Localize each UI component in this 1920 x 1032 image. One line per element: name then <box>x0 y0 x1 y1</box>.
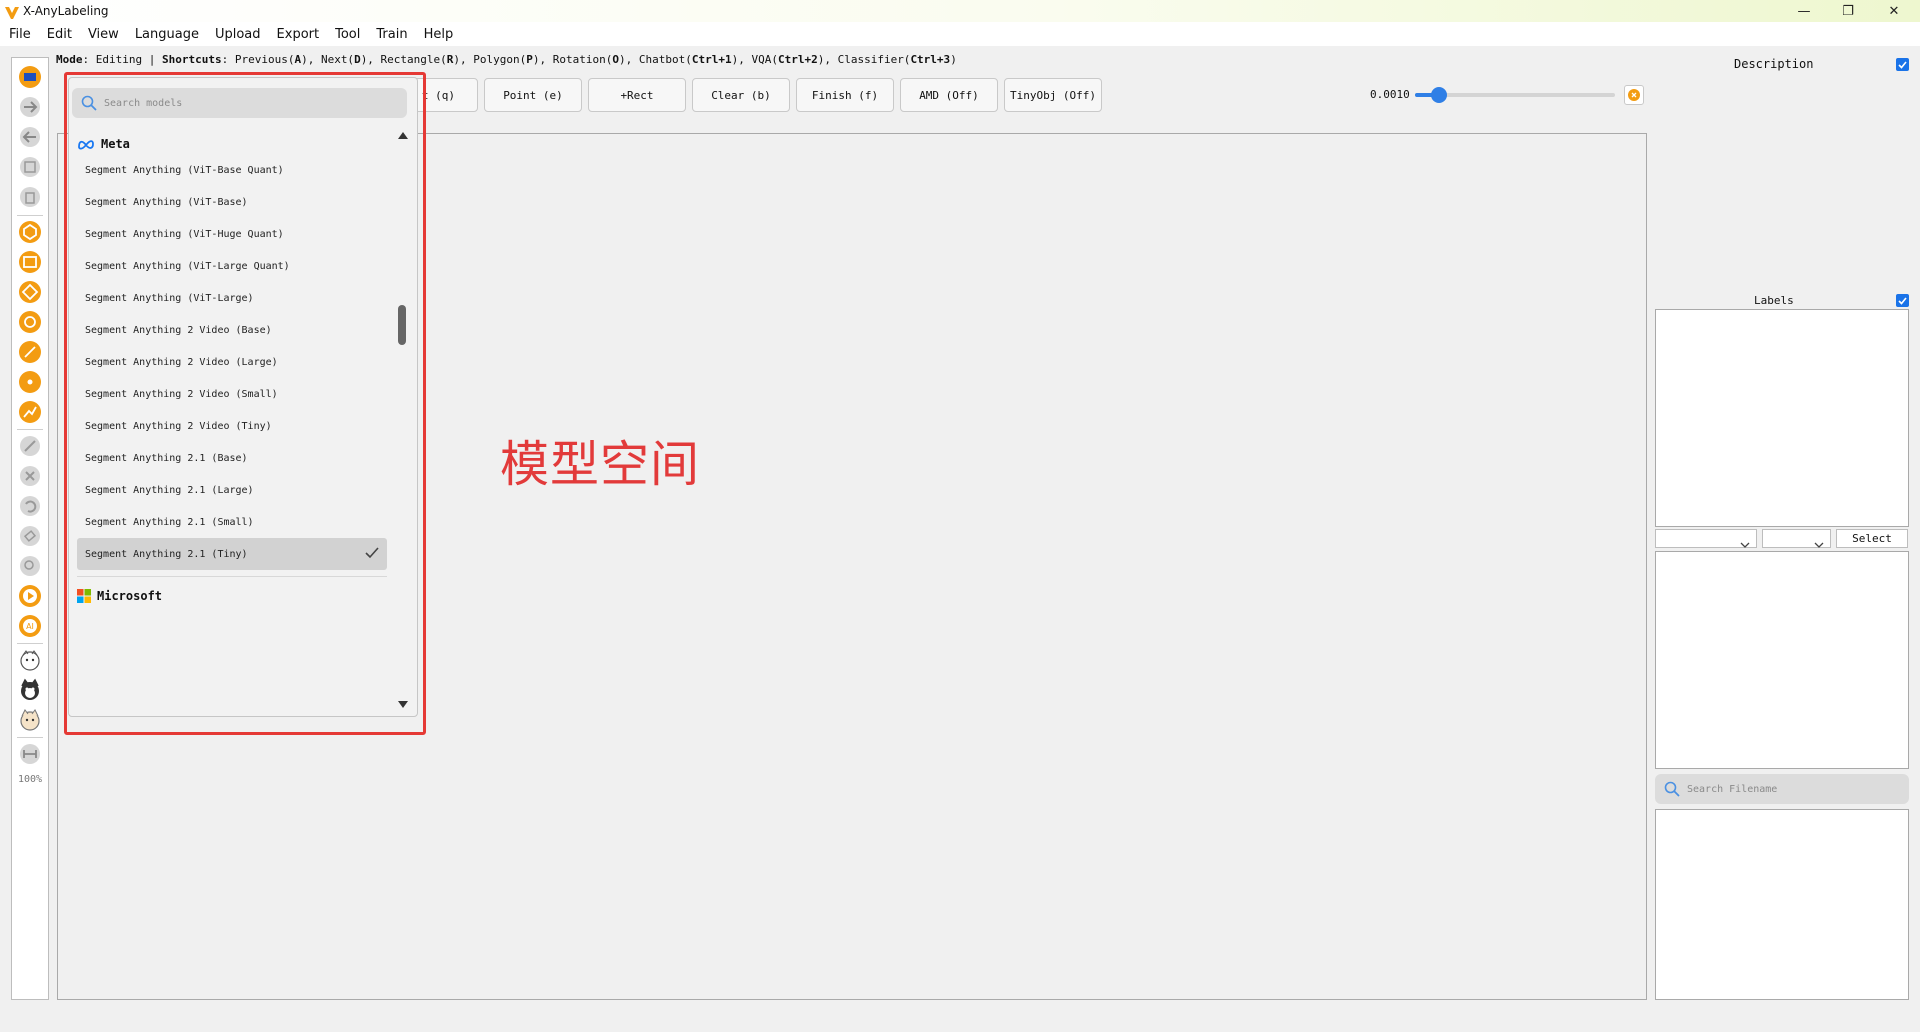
delete-file-icon[interactable] <box>17 184 43 210</box>
group-filter-select[interactable] <box>1762 529 1831 548</box>
clear-button[interactable]: Clear (b) <box>692 78 790 112</box>
menu-edit[interactable]: Edit <box>47 27 72 42</box>
menu-export[interactable]: Export <box>277 27 320 42</box>
slider-handle[interactable] <box>1431 87 1447 103</box>
finish-button[interactable]: Finish (f) <box>796 78 894 112</box>
threshold-value: 0.0010 <box>1370 88 1410 101</box>
title-bar: X-AnyLabeling — ❐ ✕ <box>0 0 1920 22</box>
next-image-icon[interactable] <box>17 94 43 120</box>
file-search-box <box>1655 774 1909 804</box>
rectangle-icon[interactable] <box>17 249 43 275</box>
reset-icon[interactable] <box>1624 85 1644 105</box>
maximize-button[interactable]: ❐ <box>1826 0 1870 22</box>
menu-upload[interactable]: Upload <box>215 27 261 42</box>
point-icon[interactable] <box>17 369 43 395</box>
menu-help[interactable]: Help <box>424 27 454 42</box>
save-icon[interactable] <box>17 154 43 180</box>
close-button[interactable]: ✕ <box>1872 0 1916 22</box>
fit-width-icon[interactable] <box>17 741 43 767</box>
classifier-icon[interactable] <box>17 707 43 733</box>
video-play-icon[interactable] <box>17 583 43 609</box>
shapes-list[interactable] <box>1655 551 1909 769</box>
zoom-level: 100% <box>17 774 43 785</box>
brush-icon[interactable] <box>17 523 43 549</box>
point-e-button[interactable]: Point (e) <box>484 78 582 112</box>
add-rect-button[interactable]: +Rect <box>588 78 686 112</box>
annotation-text: 模型空间 <box>500 436 701 493</box>
annotation-highlight-box <box>64 72 426 735</box>
chatbot-icon[interactable] <box>17 647 43 673</box>
app-logo-icon <box>5 4 19 23</box>
select-button[interactable]: Select <box>1836 529 1908 548</box>
edit-icon[interactable] <box>17 433 43 459</box>
description-title: Description <box>1734 57 1814 71</box>
left-toolbar: AI 100% <box>11 57 49 1000</box>
delete-shape-icon[interactable] <box>17 463 43 489</box>
file-list[interactable] <box>1655 809 1909 1000</box>
menu-train[interactable]: Train <box>376 27 407 42</box>
tinyobj-toggle-button[interactable]: TinyObj (Off) <box>1004 78 1102 112</box>
polygon-icon[interactable] <box>17 219 43 245</box>
file-search-input[interactable] <box>1687 774 1897 804</box>
menu-tool[interactable]: Tool <box>335 27 360 42</box>
open-folder-icon[interactable] <box>17 64 43 90</box>
minimize-button[interactable]: — <box>1782 0 1826 22</box>
labels-title: Labels <box>1754 294 1794 307</box>
vqa-icon[interactable] <box>17 677 43 703</box>
amd-toggle-button[interactable]: AMD (Off) <box>900 78 998 112</box>
menubar: File Edit View Language Upload Export To… <box>0 22 1920 46</box>
prev-image-icon[interactable] <box>17 124 43 150</box>
description-checkbox[interactable] <box>1896 58 1909 71</box>
labels-list[interactable] <box>1655 309 1909 527</box>
menu-language[interactable]: Language <box>135 27 199 42</box>
labels-checkbox[interactable] <box>1896 294 1909 307</box>
hide-shapes-icon[interactable] <box>17 553 43 579</box>
linestrip-icon[interactable] <box>17 399 43 425</box>
line-icon[interactable] <box>17 339 43 365</box>
circle-icon[interactable] <box>17 309 43 335</box>
app-title: X-AnyLabeling <box>23 4 109 18</box>
menu-view[interactable]: View <box>88 27 119 42</box>
ai-model-icon[interactable]: AI <box>17 613 43 639</box>
rotation-icon[interactable] <box>17 279 43 305</box>
label-filter-select[interactable] <box>1655 529 1757 548</box>
undo-icon[interactable] <box>17 493 43 519</box>
search-icon <box>1664 781 1680 801</box>
mode-line: Mode: Editing | Shortcuts: Previous(A), … <box>56 53 957 66</box>
menu-file[interactable]: File <box>9 27 31 42</box>
threshold-slider[interactable] <box>1415 87 1615 103</box>
svg-text:AI: AI <box>26 622 34 631</box>
